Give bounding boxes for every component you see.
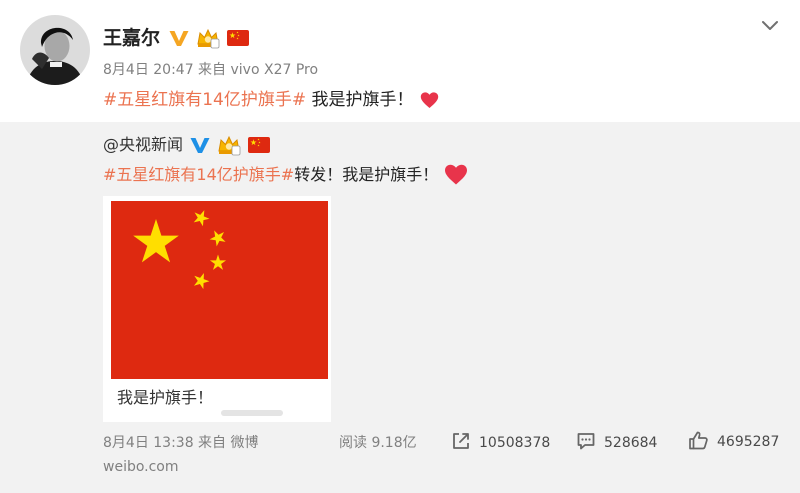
share-icon xyxy=(451,431,471,455)
chevron-down-icon[interactable] xyxy=(760,18,780,34)
heart-icon xyxy=(420,91,439,110)
image-caption: 我是护旗手！ xyxy=(117,388,214,407)
repost-author[interactable]: @央视新闻 xyxy=(103,134,183,156)
blue-v-icon[interactable] xyxy=(189,135,211,155)
flag-field xyxy=(111,201,328,379)
china-flag-image xyxy=(111,201,328,379)
post-text: #五星红旗有14亿护旗手# 我是护旗手！ xyxy=(103,89,439,111)
crown-badge-icon[interactable] xyxy=(196,27,220,49)
like-button[interactable]: 4695287 xyxy=(688,430,780,455)
post-hashtag[interactable]: #五星红旗有14亿护旗手# xyxy=(103,89,306,111)
repost-text: #五星红旗有14亿护旗手# 转发！我是护旗手！ xyxy=(103,164,468,186)
china-flag-icon xyxy=(226,29,250,47)
comment-icon xyxy=(576,431,596,455)
image-watermark xyxy=(221,410,283,416)
comment-button[interactable]: 528684 xyxy=(576,433,657,453)
repost-author-row: @央视新闻 xyxy=(103,134,277,156)
china-flag-icon xyxy=(247,136,271,154)
repost-hashtag[interactable]: #五星红旗有14亿护旗手# xyxy=(103,164,294,186)
like-count: 4695287 xyxy=(717,434,780,450)
author-name[interactable]: 王嘉尔 xyxy=(103,25,160,51)
heart-icon xyxy=(444,163,468,187)
orange-v-icon[interactable] xyxy=(168,28,190,48)
site-watermark: weibo.com xyxy=(103,459,179,475)
post-meta[interactable]: 8月4日 20:47 来自 vivo X27 Pro xyxy=(103,61,318,79)
image-card[interactable]: 我是护旗手！ xyxy=(103,196,331,422)
comment-count: 528684 xyxy=(604,435,658,451)
repost-meta[interactable]: 8月4日 13:38 来自 微博 xyxy=(103,434,259,452)
repost-body: 转发！我是护旗手！ xyxy=(294,165,439,184)
crown-badge-icon[interactable] xyxy=(217,134,241,156)
thumbs-up-icon xyxy=(688,430,709,455)
share-button[interactable]: 10508378 xyxy=(451,433,550,453)
post-body: 我是护旗手！ xyxy=(306,90,414,110)
author-row: 王嘉尔 xyxy=(103,24,256,52)
share-count: 10508378 xyxy=(479,435,551,451)
avatar[interactable] xyxy=(20,15,90,85)
read-count: 阅读 9.18亿 xyxy=(339,435,417,451)
